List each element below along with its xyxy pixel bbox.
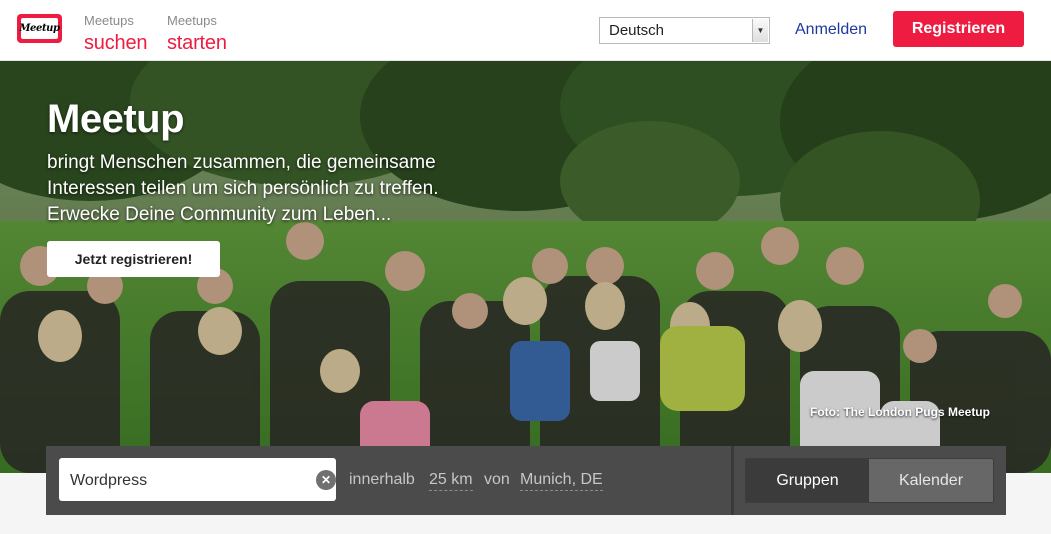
- nav-find-meetups-label: suchen: [84, 32, 148, 54]
- search-field: ✕: [59, 458, 336, 503]
- nav-start-meetup-label: starten: [167, 32, 227, 54]
- nav-find-meetups[interactable]: Meetups suchen: [84, 13, 147, 55]
- hero-tagline: bringt Menschen zusammen, die gemeinsame…: [47, 152, 439, 225]
- search-bar: ✕ innerhalb 25 km von Munich, DE Gruppen…: [46, 446, 1006, 515]
- radius-selector[interactable]: 25 km: [429, 471, 473, 491]
- view-toggle: Gruppen Kalender: [745, 458, 994, 503]
- chevron-down-icon: ▼: [752, 19, 768, 42]
- nav-start-meetup[interactable]: Meetups starten: [167, 13, 227, 55]
- hero-register-button[interactable]: Jetzt registrieren!: [47, 241, 220, 277]
- search-input[interactable]: [68, 458, 302, 503]
- hero-banner: Meetup bringt Menschen zusammen, die gem…: [0, 61, 1051, 473]
- meetup-logo[interactable]: Meetup: [17, 14, 62, 43]
- within-label: innerhalb: [349, 471, 415, 488]
- location-selector[interactable]: Munich, DE: [520, 471, 603, 491]
- search-divider: [731, 446, 734, 515]
- signin-link[interactable]: Anmelden: [795, 21, 867, 39]
- tab-calendar[interactable]: Kalender: [869, 459, 993, 502]
- clear-search-icon[interactable]: ✕: [316, 470, 336, 490]
- nav-find-meetups-small: Meetups: [84, 13, 134, 28]
- register-button[interactable]: Registrieren: [893, 11, 1024, 47]
- meetup-logo-text: Meetup: [19, 18, 60, 39]
- nav-start-meetup-small: Meetups: [167, 13, 217, 28]
- from-label: von: [484, 471, 510, 488]
- tab-groups[interactable]: Gruppen: [746, 459, 869, 502]
- site-header: Meetup Meetups suchen Meetups starten De…: [0, 0, 1051, 61]
- photo-credit: Foto: The London Pugs Meetup: [810, 405, 990, 419]
- hero-title: Meetup: [47, 97, 185, 141]
- language-select-value: Deutsch: [609, 22, 665, 39]
- language-select[interactable]: Deutsch ▼: [599, 17, 770, 44]
